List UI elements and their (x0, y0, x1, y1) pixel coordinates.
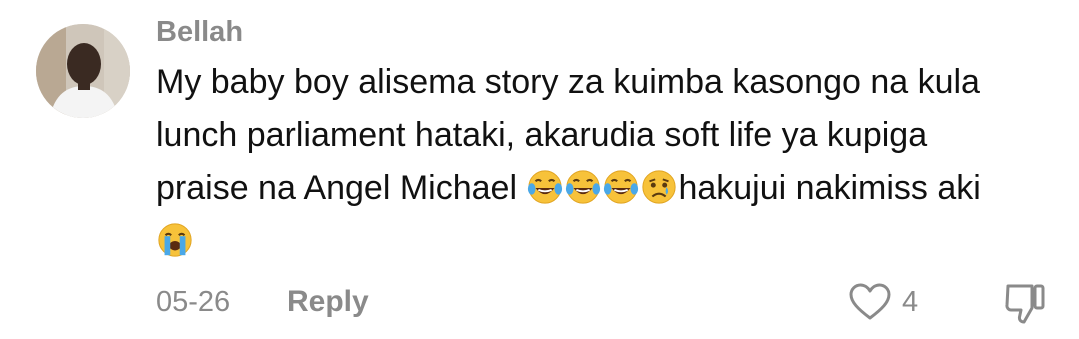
comment-text: My baby boy alisema story za kuimba kaso… (156, 56, 1056, 268)
like-button[interactable]: 4 (848, 279, 918, 325)
face-with-tears-of-joy-icon (528, 170, 563, 204)
face-with-tears-of-joy-icon (604, 170, 639, 204)
comment-date: 05-26 (156, 286, 231, 318)
comment-text-segment: hakujui nakimiss aki (678, 169, 981, 207)
heart-icon (849, 283, 891, 320)
avatar-image (36, 24, 130, 118)
comment-text-line (156, 215, 1056, 268)
comment-text-segment: praise na Angel Michael (156, 169, 527, 207)
avatar[interactable] (36, 24, 130, 118)
comment-text-line: lunch parliament hataki, akarudia soft l… (156, 116, 928, 154)
comment-item: Bellah My baby boy alisema story za kuim… (0, 0, 1079, 339)
crying-face-icon (642, 170, 677, 204)
thumbs-down-icon (1005, 284, 1045, 324)
like-count: 4 (902, 285, 919, 318)
comment-username[interactable]: Bellah (156, 12, 243, 52)
dislike-button[interactable] (1002, 280, 1048, 326)
face-with-tears-of-joy-icon (566, 170, 601, 204)
comment-text-line: praise na Angel Michael hakujui nakimiss… (156, 162, 1056, 215)
reply-button[interactable]: Reply (287, 282, 369, 322)
loudly-crying-face-icon (158, 223, 192, 257)
comment-text-line: My baby boy alisema story za kuimba kaso… (156, 63, 980, 101)
